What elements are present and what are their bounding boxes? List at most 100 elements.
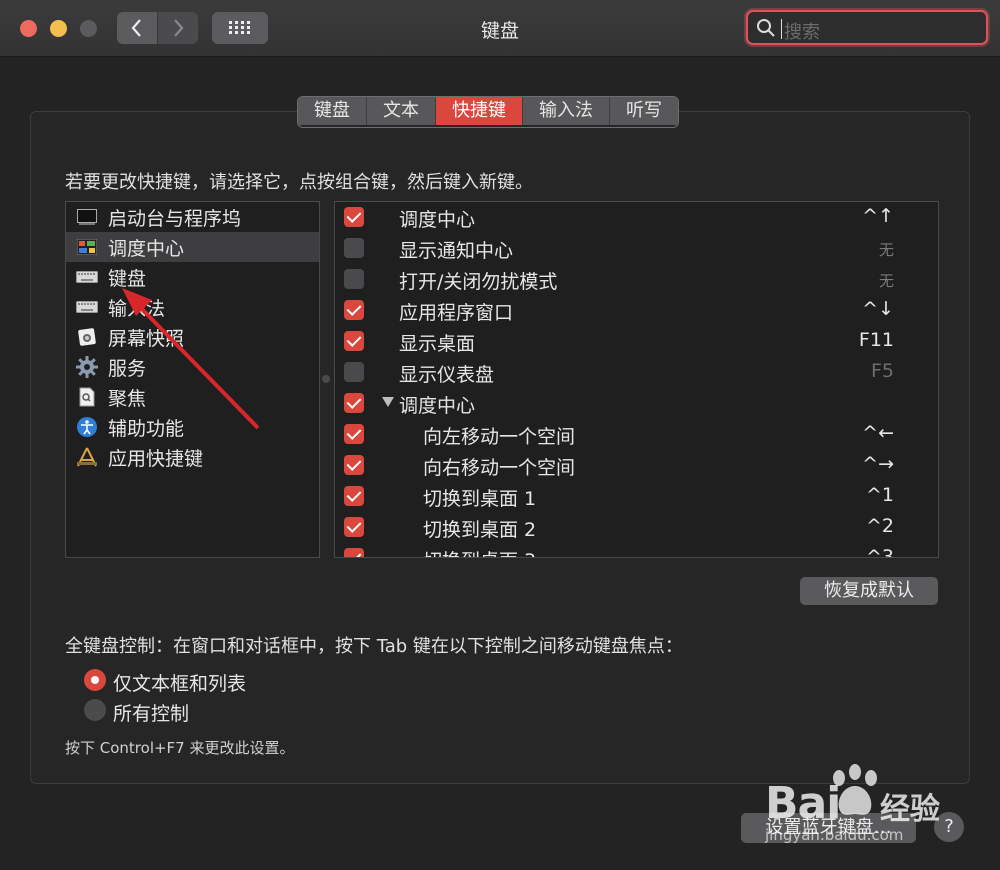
- shortcut-checkbox[interactable]: [344, 517, 364, 537]
- split-view-handle[interactable]: [322, 375, 330, 383]
- shortcut-checkbox[interactable]: [344, 331, 364, 351]
- hint-text: 按下 Control+F7 来更改此设置。: [65, 739, 295, 757]
- shortcut-checkbox[interactable]: [344, 207, 364, 227]
- keyboard-icon: [76, 296, 98, 318]
- disclosure-triangle-icon[interactable]: [382, 397, 394, 407]
- search-icon: [757, 19, 775, 37]
- category-label: 服务: [108, 357, 147, 380]
- shortcut-row[interactable]: 显示桌面 F11: [335, 326, 938, 357]
- category-mission-control[interactable]: 调度中心: [66, 232, 319, 262]
- shortcut-label: 显示仪表盘: [399, 364, 495, 386]
- app-shortcuts-icon: [76, 446, 98, 468]
- shortcut-key[interactable]: ^←: [862, 422, 894, 444]
- shortcut-label: 打开/关闭勿扰模式: [399, 271, 558, 293]
- shortcut-row[interactable]: 向右移动一个空间 ^→: [335, 450, 938, 481]
- shortcut-label: 显示通知中心: [399, 240, 514, 262]
- radio-label-text-boxes[interactable]: 仅文本框和列表: [113, 669, 246, 696]
- watermark-brand: Bai: [765, 778, 841, 829]
- tab-dictation[interactable]: 听写: [610, 97, 678, 125]
- shortcut-checkbox[interactable]: [344, 238, 364, 258]
- shortcut-key[interactable]: ^↓: [862, 298, 894, 320]
- category-input-sources[interactable]: 输入法: [66, 292, 319, 322]
- shortcut-key[interactable]: ^2: [866, 515, 894, 537]
- shortcut-row[interactable]: 显示仪表盘 F5: [335, 357, 938, 388]
- shortcut-label: 向右移动一个空间: [423, 457, 576, 479]
- shortcut-row[interactable]: 打开/关闭勿扰模式 无: [335, 264, 938, 295]
- radio-all-controls[interactable]: [84, 699, 106, 721]
- shortcut-key[interactable]: 无: [879, 270, 894, 291]
- category-accessibility[interactable]: 辅助功能: [66, 412, 319, 442]
- tab-bar: 键盘 文本 快捷键 输入法 听写: [297, 96, 679, 128]
- shortcut-group-row[interactable]: 调度中心: [335, 388, 938, 419]
- search-placeholder: 搜索: [784, 22, 820, 43]
- category-label: 启动台与程序坞: [108, 207, 242, 230]
- shortcut-label: 调度中心: [399, 209, 476, 231]
- gear-icon: [76, 356, 98, 378]
- instruction-text: 若要更改快捷键，请选择它，点按组合键，然后键入新键。: [65, 172, 533, 193]
- shortcut-label: 显示桌面: [399, 333, 476, 355]
- category-label: 输入法: [108, 297, 166, 320]
- category-label: 辅助功能: [108, 417, 185, 440]
- shortcut-row[interactable]: 切换到桌面 1 ^1: [335, 481, 938, 512]
- tab-keyboard[interactable]: 键盘: [298, 97, 367, 125]
- shortcut-key[interactable]: ^1: [866, 484, 894, 506]
- shortcut-key[interactable]: ^↑: [862, 205, 894, 227]
- shortcut-row[interactable]: 显示通知中心 无: [335, 233, 938, 264]
- category-keyboard[interactable]: 键盘: [66, 262, 319, 292]
- shortcut-checkbox[interactable]: [344, 424, 364, 444]
- shortcut-label: 切换到桌面 2: [423, 519, 537, 541]
- category-label: 应用快捷键: [108, 447, 204, 470]
- shortcut-key[interactable]: F11: [859, 329, 894, 351]
- shortcut-checkbox[interactable]: [344, 455, 364, 475]
- category-spotlight[interactable]: 聚焦: [66, 382, 319, 412]
- shortcut-label: 应用程序窗口: [399, 302, 514, 324]
- category-launchpad[interactable]: 启动台与程序坞: [66, 202, 319, 232]
- category-list: 启动台与程序坞 调度中心 键盘 输入法 屏幕快照 服务 聚焦 辅助功能 应用快捷…: [65, 201, 320, 558]
- shortcut-label: 向左移动一个空间: [423, 426, 576, 448]
- shortcut-key[interactable]: 无: [879, 239, 894, 260]
- watermark-site: jingyan.baidu.com: [765, 826, 904, 844]
- shortcut-label: 切换到桌面 1: [423, 488, 537, 510]
- tab-text[interactable]: 文本: [367, 97, 436, 125]
- shortcut-row[interactable]: 切换到桌面 3 ^3: [335, 543, 938, 557]
- full-keyboard-access-label: 全键盘控制：在窗口和对话框中，按下 Tab 键在以下控制之间移动键盘焦点：: [65, 636, 683, 657]
- launchpad-icon: [76, 206, 98, 228]
- keyboard-icon: [76, 266, 98, 288]
- radio-label-all-controls[interactable]: 所有控制: [113, 699, 189, 726]
- text-caret: [781, 19, 782, 39]
- shortcut-row[interactable]: 切换到桌面 2 ^2: [335, 512, 938, 543]
- shortcut-checkbox[interactable]: [344, 393, 364, 413]
- spotlight-icon: [76, 386, 98, 408]
- category-app-shortcuts[interactable]: 应用快捷键: [66, 442, 319, 472]
- shortcut-checkbox[interactable]: [344, 300, 364, 320]
- watermark-brand-2: 经验: [880, 792, 940, 827]
- restore-defaults-button[interactable]: 恢复成默认: [800, 577, 938, 605]
- title-bar: 键盘 搜索: [0, 0, 1000, 57]
- shortcut-list: 调度中心 ^↑ 显示通知中心 无 打开/关闭勿扰模式 无 应用程序窗口 ^↓ 显…: [334, 201, 939, 558]
- shortcut-key[interactable]: ^→: [862, 453, 894, 475]
- shortcut-checkbox[interactable]: [344, 486, 364, 506]
- category-label: 聚焦: [108, 387, 147, 410]
- radio-text-boxes-and-lists[interactable]: [84, 669, 106, 691]
- shortcut-key[interactable]: ^3: [866, 546, 894, 557]
- accessibility-icon: [76, 416, 98, 438]
- screenshot-icon: [76, 326, 98, 348]
- search-field[interactable]: 搜索: [746, 10, 988, 45]
- shortcut-label: 切换到桌面 3: [423, 546, 536, 557]
- category-services[interactable]: 服务: [66, 352, 319, 382]
- category-screenshots[interactable]: 屏幕快照: [66, 322, 319, 352]
- category-label: 屏幕快照: [108, 327, 185, 350]
- shortcut-row[interactable]: 向左移动一个空间 ^←: [335, 419, 938, 450]
- tab-input-sources[interactable]: 输入法: [523, 97, 610, 125]
- shortcut-row[interactable]: 调度中心 ^↑: [335, 202, 938, 233]
- category-label: 调度中心: [108, 237, 185, 260]
- shortcut-row[interactable]: 应用程序窗口 ^↓: [335, 295, 938, 326]
- mission-control-icon: [76, 236, 98, 258]
- tab-shortcuts[interactable]: 快捷键: [436, 97, 523, 125]
- shortcut-checkbox[interactable]: [344, 362, 364, 382]
- shortcut-checkbox[interactable]: [344, 548, 364, 557]
- shortcut-key[interactable]: F5: [871, 360, 894, 382]
- shortcut-group-label: 调度中心: [399, 395, 476, 417]
- shortcut-checkbox[interactable]: [344, 269, 364, 289]
- category-label: 键盘: [108, 267, 147, 290]
